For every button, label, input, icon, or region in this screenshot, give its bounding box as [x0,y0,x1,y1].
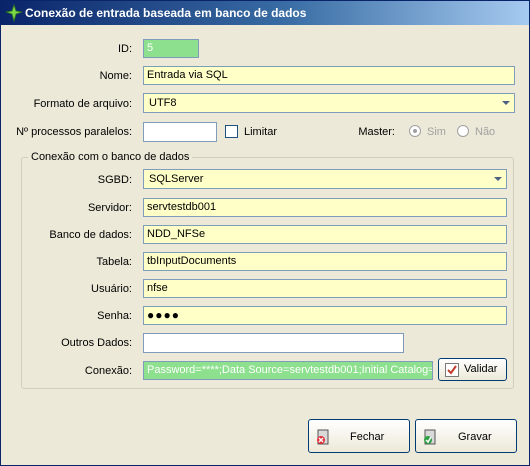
master-label: Master: [358,126,395,138]
master-nao-radio[interactable] [457,125,469,137]
validate-check-icon [445,363,459,377]
limitar-checkbox[interactable] [225,125,238,138]
sim-label: Sim [427,126,446,138]
validar-label: Validar [464,363,498,375]
master-sim-radio[interactable] [409,125,421,137]
outros-input[interactable] [143,333,404,353]
nome-label: Nome: [99,70,132,82]
chevron-down-icon[interactable] [498,94,514,112]
tabela-input[interactable]: tbInputDocuments [143,252,507,271]
validar-button[interactable]: Validar [438,358,507,381]
banco-label: Banco de dados: [49,229,132,241]
usuario-input[interactable]: nfse [143,279,507,298]
servidor-input[interactable]: servtestdb001 [143,198,507,217]
dialog-window: Conexão de entrada baseada em banco de d… [0,0,530,466]
save-disk-icon [424,429,436,445]
close-door-icon [317,429,329,445]
sgbd-value: SQLServer [149,173,204,185]
title-bar[interactable]: Conexão de entrada baseada em banco de d… [1,1,529,25]
window-title: Conexão de entrada baseada em banco de d… [25,6,307,20]
gravar-button[interactable]: Gravar [415,419,517,453]
tabela-label: Tabela: [96,256,132,268]
connection-groupbox [21,157,514,389]
outros-label: Outros Dados: [61,337,132,349]
formato-value: UTF8 [149,97,177,109]
formato-select[interactable]: UTF8 [143,93,515,113]
id-field: 5 [143,39,199,58]
fechar-label: Fechar [350,431,385,443]
fechar-button[interactable]: Fechar [308,419,410,453]
limitar-label: Limitar [244,126,278,138]
processos-label: Nº processos paralelos: [16,126,132,138]
servidor-label: Servidor: [87,202,132,214]
processos-input[interactable] [143,122,217,142]
gravar-label: Gravar [458,431,492,443]
conexao-string-field: Password=****;Data Source=servtestdb001;… [143,361,433,380]
nome-input[interactable]: Entrada via SQL [143,66,515,85]
banco-input[interactable]: NDD_NFSe [143,225,507,244]
sgbd-label: SGBD: [97,174,132,186]
usuario-label: Usuário: [91,283,132,295]
sgbd-select[interactable]: SQLServer [143,169,507,189]
app-icon [5,4,23,22]
connection-group-title: Conexão com o banco de dados [28,151,193,163]
chevron-down-icon[interactable] [490,170,506,188]
senha-label: Senha: [97,310,132,322]
senha-input[interactable]: ●●●● [143,306,507,325]
formato-label: Formato de arquivo: [33,98,132,110]
conexao-label: Conexão: [84,365,132,377]
id-label: ID: [117,43,132,55]
nao-label: Não [475,126,496,138]
